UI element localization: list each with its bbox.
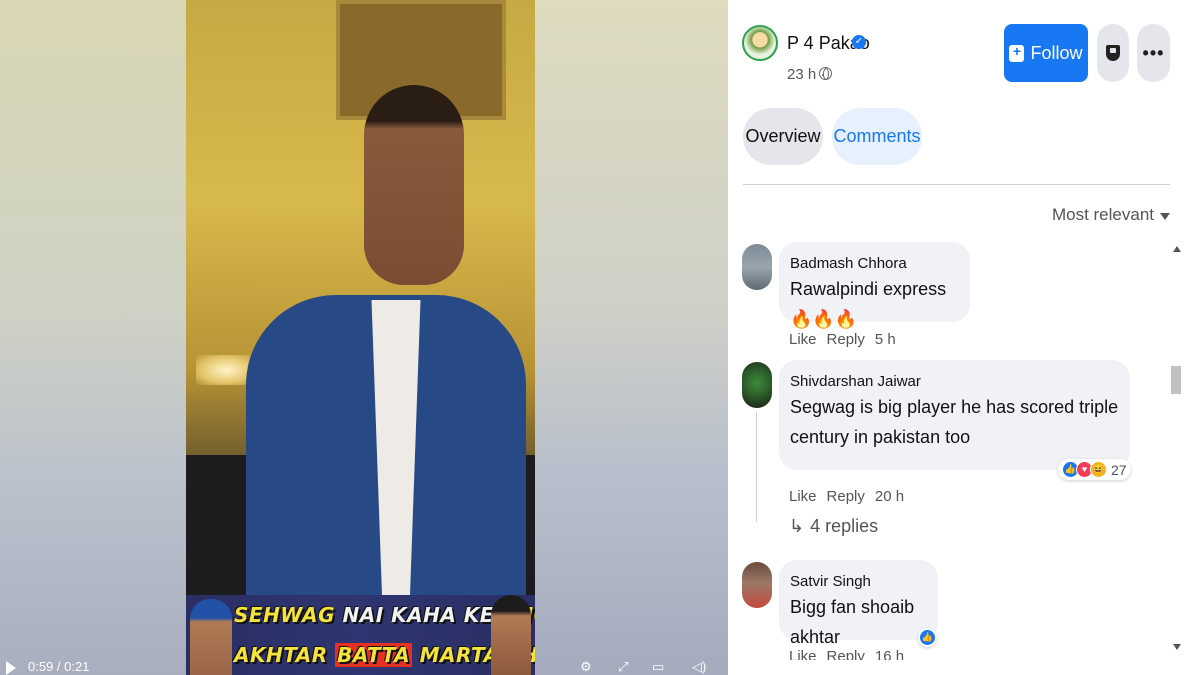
comment-time[interactable]: 16 h [875, 648, 904, 660]
post-side-panel: P 4 Pakao ✓ 23 h · Follow ••• Overview C… [728, 0, 1200, 675]
commenter-avatar[interactable] [742, 244, 772, 290]
commenter-avatar[interactable] [742, 362, 772, 408]
commenter-avatar[interactable] [742, 562, 772, 608]
divider [743, 184, 1170, 185]
follow-label: Follow [1030, 42, 1083, 63]
volume-icon[interactable]: ◁) [692, 659, 706, 675]
shield-icon [1106, 45, 1120, 61]
comment-time[interactable]: 20 h [875, 488, 904, 505]
verified-badge-icon: ✓ [852, 35, 866, 49]
comment-sort-dropdown[interactable]: Most relevant [1052, 204, 1170, 226]
reply-arrow-icon: ↳ [789, 516, 805, 536]
follow-button[interactable]: Follow [1004, 24, 1088, 82]
video-frame [186, 0, 535, 675]
banner-line-1: SEHWAG NAI KAHA KE SHOAIB [234, 603, 535, 627]
comment-bubble: Satvir Singh Bigg fan shoaib akhtar [779, 560, 938, 647]
scroll-down-arrow-icon[interactable] [1173, 644, 1181, 650]
tab-overview[interactable]: Overview [743, 108, 823, 165]
expand-icon[interactable]: ⤢ [618, 659, 628, 675]
comment-text: Rawalpindi express 🔥🔥🔥 [790, 279, 947, 329]
reply-link[interactable]: Reply [827, 331, 865, 348]
more-options-button[interactable]: ••• [1137, 24, 1170, 82]
caret-down-icon [1160, 213, 1170, 220]
comment-author[interactable]: Satvir Singh [790, 572, 927, 592]
like-link[interactable]: Like [789, 331, 817, 348]
replies-count: 4 replies [810, 516, 879, 536]
play-icon[interactable] [6, 661, 16, 675]
reply-link[interactable]: Reply [827, 488, 865, 505]
follow-icon [1009, 43, 1025, 62]
comment-item: Satvir Singh Bigg fan shoaib akhtar 👍 Li… [742, 556, 1162, 660]
reaction-summary[interactable]: 👍 [918, 628, 937, 647]
comment-text: Segwag is big player he has scored tripl… [790, 397, 1119, 447]
person-head [364, 85, 464, 285]
comment-actions: Like Reply 20 h [789, 488, 904, 505]
scrollbar-thumb[interactable] [1171, 366, 1181, 394]
tab-comments[interactable]: Comments [832, 108, 922, 165]
video-blur-background-left [0, 0, 186, 675]
video-blur-background-right [535, 0, 728, 675]
video-time: 0:59 / 0:21 [28, 659, 90, 674]
comment-actions: Like Reply 5 h [789, 331, 896, 348]
thread-line [756, 412, 757, 522]
video-player[interactable]: SEHWAG NAI KAHA KE SHOAIB AKHTAR BATTA M… [0, 0, 728, 675]
reply-link[interactable]: Reply [827, 648, 865, 660]
shield-button[interactable] [1097, 24, 1129, 82]
comments-scrollbar[interactable] [1168, 238, 1184, 658]
like-link[interactable]: Like [789, 488, 817, 505]
comment-item: Shivdarshan Jaiwar Segwag is big player … [742, 356, 1162, 556]
haha-reaction-icon: 😆 [1090, 461, 1107, 478]
view-replies-link[interactable]: ↳ 4 replies [789, 516, 878, 537]
page-avatar[interactable] [742, 25, 778, 61]
comment-bubble: Badmash Chhora Rawalpindi express 🔥🔥🔥 [779, 242, 970, 329]
comment-actions: Like Reply 16 h [789, 648, 904, 660]
like-reaction-icon: 👍 [919, 629, 936, 646]
comment-bubble: Shivdarshan Jaiwar Segwag is big player … [779, 360, 1130, 470]
reaction-count: 27 [1111, 461, 1127, 478]
comments-list: Badmash Chhora Rawalpindi express 🔥🔥🔥 Li… [728, 238, 1200, 660]
video-controls: 0:59 / 0:21 ⚙ ⤢ ▭ ◁) [0, 657, 728, 675]
comment-author[interactable]: Badmash Chhora [790, 254, 959, 274]
comment-time[interactable]: 5 h [875, 331, 896, 348]
globe-icon [819, 67, 832, 80]
comment-author[interactable]: Shivdarshan Jaiwar [790, 372, 1119, 392]
sort-label: Most relevant [1051, 205, 1154, 224]
scroll-up-arrow-icon[interactable] [1173, 246, 1181, 252]
settings-gear-icon[interactable]: ⚙ [580, 659, 592, 675]
fullscreen-icon[interactable]: ▭ [652, 659, 664, 675]
comment-text: Bigg fan shoaib akhtar [790, 597, 915, 647]
reaction-summary[interactable]: 👍 ♥ 😆 27 [1058, 459, 1131, 480]
comment-item: Badmash Chhora Rawalpindi express 🔥🔥🔥 Li… [742, 238, 1162, 358]
like-link[interactable]: Like [789, 648, 817, 660]
